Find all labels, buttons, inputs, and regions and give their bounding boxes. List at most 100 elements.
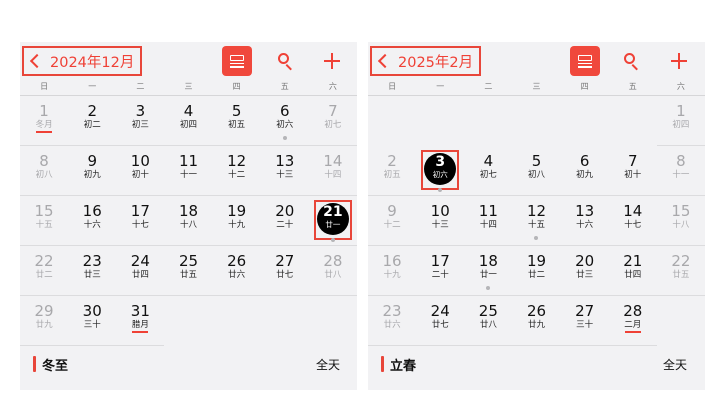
- list-view-button[interactable]: [570, 46, 600, 76]
- lunar-date: 十五: [527, 220, 545, 230]
- lunar-date: 初五: [383, 170, 401, 180]
- day-cell[interactable]: 3 初三: [116, 96, 165, 146]
- lunar-date: 十五: [35, 220, 53, 230]
- day-cell[interactable]: 14 十四: [308, 146, 357, 196]
- day-cell[interactable]: 16 十九: [368, 246, 417, 296]
- day-cell[interactable]: 8 初八: [20, 146, 69, 196]
- day-cell[interactable]: 5 初八: [512, 146, 561, 196]
- day-cell[interactable]: 22 廿五: [656, 246, 705, 296]
- day-cell[interactable]: 10 十三: [416, 196, 465, 246]
- day-cell[interactable]: 13 十六: [560, 196, 609, 246]
- day-cell[interactable]: 17 十七: [116, 196, 165, 246]
- day-cell[interactable]: 26 廿六: [212, 246, 261, 296]
- day-cell[interactable]: 13 十三: [260, 146, 309, 196]
- day-cell[interactable]: 2 初五: [368, 146, 417, 196]
- weekday-thu: 四: [232, 82, 241, 91]
- day-cell[interactable]: 8 十一: [656, 146, 705, 196]
- day-number: 8: [39, 152, 49, 170]
- day-cell[interactable]: 4 初七: [464, 146, 513, 196]
- day-number: 21: [623, 252, 643, 270]
- day-cell[interactable]: 27 廿七: [260, 246, 309, 296]
- day-cell[interactable]: 1 冬月: [20, 96, 69, 146]
- day-number: 22: [34, 252, 54, 270]
- calendar-panel-feb-2025: 2025年2月 日 一 二 三 四 五 六 1 初四 2 初五 3 初六 4 初七 5 初八 6 初九…: [368, 42, 705, 390]
- back-to-year-button[interactable]: 2025年2月: [370, 46, 482, 76]
- day-cell[interactable]: 12 十五: [512, 196, 561, 246]
- lunar-date: 冬月: [35, 120, 53, 130]
- lunar-date: 初七: [479, 170, 497, 180]
- day-cell[interactable]: 22 廿二: [20, 246, 69, 296]
- day-cell[interactable]: 18 十八: [164, 196, 213, 246]
- day-cell[interactable]: 28 廿八: [308, 246, 357, 296]
- day-number: 26: [526, 302, 547, 320]
- day-cell[interactable]: 15 十八: [656, 196, 705, 246]
- event-row[interactable]: 冬至: [33, 354, 68, 374]
- event-title: 立春: [390, 358, 417, 374]
- lunar-date: 三十: [83, 320, 101, 330]
- weekday-sun: 日: [388, 82, 397, 91]
- day-cell[interactable]: 11 十四: [464, 196, 513, 246]
- lunar-date: 廿一: [325, 220, 341, 229]
- day-cell[interactable]: 23 廿六: [368, 296, 417, 346]
- search-icon: [624, 53, 640, 71]
- lunar-date: 廿二: [527, 270, 545, 280]
- day-cell[interactable]: 29 廿九: [20, 296, 69, 346]
- day-cell[interactable]: 15 十五: [20, 196, 69, 246]
- day-cell[interactable]: 9 十二: [368, 196, 417, 246]
- day-cell[interactable]: 1 初四: [656, 96, 705, 146]
- empty-cell: [609, 96, 657, 146]
- event-row[interactable]: 立春: [381, 354, 416, 374]
- day-cell[interactable]: 9 初九: [68, 146, 117, 196]
- day-number: 26: [227, 252, 247, 270]
- add-event-button[interactable]: [664, 46, 694, 76]
- day-cell[interactable]: 24 廿七: [416, 296, 465, 346]
- lunar-date: 廿七: [276, 270, 294, 280]
- day-cell[interactable]: 12 十二: [212, 146, 261, 196]
- day-number: 27: [275, 252, 295, 270]
- day-cell[interactable]: 18 廿一: [464, 246, 513, 296]
- day-number: 2: [387, 152, 397, 170]
- event-dot: [282, 136, 287, 140]
- day-cell[interactable]: 19 十九: [212, 196, 261, 246]
- day-cell[interactable]: 26 廿九: [512, 296, 561, 346]
- day-number: 6: [579, 152, 590, 170]
- day-cell[interactable]: 28 二月: [608, 296, 657, 346]
- list-view-button[interactable]: [222, 46, 252, 76]
- lunar-date: 初二: [83, 120, 101, 130]
- add-event-button[interactable]: [317, 46, 347, 76]
- day-cell[interactable]: 24 廿四: [116, 246, 165, 296]
- day-cell[interactable]: 7 初七: [308, 96, 357, 146]
- day-cell[interactable]: 21 廿一: [308, 196, 357, 246]
- day-cell[interactable]: 27 三十: [560, 296, 609, 346]
- day-number: 12: [227, 152, 247, 170]
- day-cell[interactable]: 30 三十: [68, 296, 117, 346]
- day-cell[interactable]: 16 十六: [68, 196, 117, 246]
- lunar-month-underline: [36, 131, 53, 133]
- day-cell[interactable]: 23 廿三: [68, 246, 117, 296]
- day-cell[interactable]: 17 二十: [416, 246, 465, 296]
- search-button[interactable]: [271, 46, 301, 76]
- day-cell[interactable]: 20 廿三: [560, 246, 609, 296]
- back-to-year-button[interactable]: 2024年12月: [22, 46, 143, 76]
- event-dot: [486, 286, 491, 290]
- day-cell[interactable]: 11 十一: [164, 146, 213, 196]
- lunar-date: 廿六: [383, 320, 401, 330]
- day-cell[interactable]: 5 初五: [212, 96, 261, 146]
- chevron-left-icon: [377, 53, 393, 69]
- day-cell[interactable]: 20 二十: [260, 196, 309, 246]
- day-cell[interactable]: 10 初十: [116, 146, 165, 196]
- day-cell[interactable]: 7 初十: [608, 146, 657, 196]
- day-cell[interactable]: 19 廿二: [512, 246, 561, 296]
- day-cell[interactable]: 6 初六: [260, 96, 309, 146]
- day-cell[interactable]: 21 廿四: [608, 246, 657, 296]
- day-cell[interactable]: 4 初四: [164, 96, 213, 146]
- day-cell[interactable]: 25 廿八: [464, 296, 513, 346]
- day-cell[interactable]: 2 初二: [68, 96, 117, 146]
- day-cell[interactable]: 14 十七: [608, 196, 657, 246]
- day-cell[interactable]: 3 初六: [416, 146, 465, 196]
- search-button[interactable]: [617, 46, 647, 76]
- day-cell[interactable]: 25 廿五: [164, 246, 213, 296]
- day-number: 27: [575, 302, 595, 320]
- day-cell[interactable]: 6 初九: [560, 146, 609, 196]
- day-cell[interactable]: 31 腊月: [116, 296, 165, 346]
